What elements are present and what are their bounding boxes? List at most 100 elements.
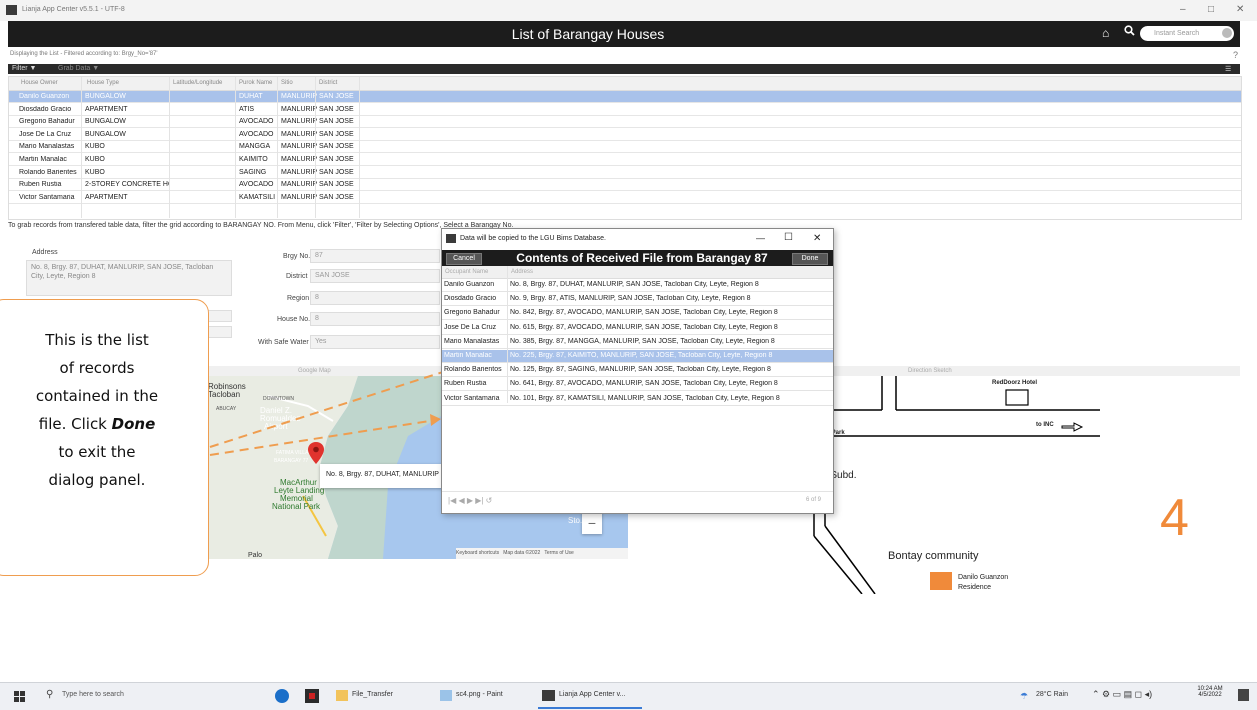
home-icon[interactable]: ⌂ [1102, 26, 1109, 40]
dialog-row[interactable]: Rolando Barientos No. 125, Brgy. 87, SAGI… [442, 364, 833, 378]
close-button[interactable]: ✕ [1236, 4, 1244, 15]
table-cell: MANLURIP [281, 130, 317, 138]
search-icon[interactable]: ⚲ [46, 689, 53, 700]
col-header[interactable]: Occupant Name [445, 269, 488, 275]
pager-nav-icons[interactable]: |◀ ◀ ▶ ▶| ↺ [448, 496, 492, 505]
notification-icon[interactable] [1238, 689, 1249, 701]
dialog-row[interactable]: Jose De La Cruz No. 615, Brgy. 87, AVOCAD… [442, 322, 833, 335]
table-cell: MANLURIP [281, 168, 317, 176]
minimize-button[interactable]: – [1180, 4, 1186, 15]
instruction-callout: This is the list of records contained in… [0, 299, 209, 576]
col-header[interactable]: Sitio [281, 80, 293, 86]
dialog-row[interactable]: Danilo Guanzon No. 8, Brgy. 87, DUHAT, MA… [442, 279, 833, 292]
done-button[interactable]: Done [792, 253, 828, 265]
dialog-row[interactable]: Diosdado Gracio No. 9, Brgy. 87, ATIS, MA… [442, 293, 833, 307]
column-divider [507, 266, 508, 403]
weather-icon[interactable]: ☂ [1020, 691, 1028, 702]
table-cell: MANLURIP [281, 156, 317, 163]
table-row[interactable]: Mario Manalastas KUBO MANGGA MANLURIP SAN JO… [9, 141, 1241, 154]
table-cell: AVOCADO [239, 118, 274, 126]
brgy-label: Brgy No. [283, 253, 311, 260]
folder-icon[interactable] [336, 690, 348, 701]
table-row[interactable]: Jose De La Cruz BUNGALOW AVOCADO MANLURIP SA… [9, 129, 1241, 141]
app-icon [6, 5, 17, 15]
page-header: List of Barangay Houses ⌂ Instant Search [8, 21, 1240, 47]
table-row[interactable]: Ruben Rustia 2-STOREY CONCRETE HO AVOCADO M… [9, 179, 1241, 192]
app-icon[interactable] [305, 689, 319, 703]
region-field[interactable]: 8 [310, 291, 440, 305]
col-header[interactable]: House Type [87, 80, 119, 86]
instant-search-input[interactable]: Instant Search [1140, 26, 1234, 41]
col-header[interactable]: Purok Name [239, 80, 272, 86]
table-row[interactable]: Martin Manalac KUBO KAIMITO MANLURIP SAN JOS… [9, 154, 1241, 166]
address-field[interactable]: No. 8, Brgy. 87, DUHAT, MANLURIP, SAN JO… [26, 260, 232, 296]
restore-button[interactable]: □ [1208, 4, 1214, 15]
safe-water-field[interactable]: Yes [310, 335, 440, 349]
table-cell: AVOCADO [239, 130, 274, 138]
help-icon[interactable]: ? [1233, 50, 1238, 60]
table-cell: MANLURIP [281, 93, 317, 100]
tray-icons[interactable]: ⌃ ⚙ ▭ ▤ ◻ ◂) [1092, 689, 1152, 700]
filter-info: Displaying the List - Filtered according… [10, 51, 158, 57]
menu-icon[interactable]: ☰ [1225, 65, 1231, 73]
occupant-name: Gregorio Bahadur [444, 309, 500, 317]
dialog-heading: Contents of Received File from Barangay … [516, 251, 768, 265]
taskbar-search-input[interactable]: Type here to search [62, 691, 124, 698]
map-footer-item[interactable]: Keyboard shortcuts [456, 550, 499, 556]
table-cell: SAN JOSE [319, 130, 354, 138]
search-icon[interactable] [1124, 25, 1135, 39]
map-marker-icon[interactable] [308, 442, 324, 466]
dialog-close-button[interactable]: ✕ [813, 233, 821, 244]
callout-line: contained in the [35, 387, 159, 405]
taskbar-app[interactable]: sc4.png - Paint [456, 691, 503, 698]
occupant-address: No. 9, Brgy. 87, ATIS, MANLURIP, SAN JOS… [510, 295, 751, 303]
table-row[interactable]: Gregorio Bahadur BUNGALOW AVOCADO MANLURIP S… [9, 116, 1241, 129]
clock-date: 4/5/2022 [1198, 692, 1222, 698]
dialog-row[interactable]: Ruben Rustia No. 641, Brgy. 87, AVOCADO, … [442, 378, 833, 392]
dialog-minimize-button[interactable]: — [756, 233, 765, 243]
table-row[interactable]: Diosdado Gracio APARTMENT ATIS MANLURIP SAN … [9, 104, 1241, 116]
table-cell: SAN JOSE [319, 168, 354, 176]
edge-icon[interactable] [275, 689, 289, 703]
filter-toolbar: Filter ▼ Grab Data ▼ ☰ [8, 64, 1240, 74]
col-header[interactable]: Address [511, 269, 533, 275]
weather-text[interactable]: 28°C Rain [1036, 691, 1068, 698]
filter-menu[interactable]: Filter ▼ [12, 65, 36, 72]
clear-search-icon[interactable] [1222, 28, 1232, 38]
lianja-icon[interactable] [542, 690, 555, 701]
callout-line: of records [59, 359, 135, 377]
callout-text: This is the list of records contained in… [7, 326, 187, 494]
taskbar-app[interactable]: File_Transfer [352, 691, 393, 698]
dialog-row[interactable]: Gregorio Bahadur No. 842, Brgy. 87, AVOCA… [442, 307, 833, 321]
house-no-field[interactable]: 8 [310, 312, 440, 326]
col-header[interactable]: House Owner [21, 80, 58, 86]
col-header[interactable]: District [319, 80, 337, 86]
grab-data-menu[interactable]: Grab Data ▼ [58, 65, 99, 72]
col-header[interactable]: Latitude/Longitude [173, 80, 222, 86]
marker-popup[interactable]: No. 8, Brgy. 87, DUHAT, MANLURIP [320, 464, 450, 488]
brgy-field[interactable]: 87 [310, 249, 440, 263]
cancel-button[interactable]: Cancel [446, 253, 482, 265]
dialog-row[interactable]: Victor Santamaria No. 101, Brgy. 87, KAMA… [442, 393, 833, 406]
windows-start-icon[interactable] [14, 691, 25, 704]
map-footer: Keyboard shortcuts Map data ©2022 Terms … [456, 548, 628, 559]
table-cell: SAN JOSE [319, 105, 354, 113]
district-field[interactable]: SAN JOSE [310, 269, 440, 283]
table-row[interactable]: Rolando Barientes KUBO SAGING MANLURIP SAN J… [9, 167, 1241, 179]
map-footer-item[interactable]: Terms of Use [544, 550, 573, 556]
callout-emphasis: Done [111, 415, 156, 433]
google-map-label: Google Map [298, 368, 331, 374]
table-cell: AVOCADO [239, 181, 274, 189]
dialog-maximize-button[interactable]: ☐ [784, 232, 793, 243]
table-row[interactable]: Danilo Guanzon BUNGALOW DUHAT MANLURIP SAN J… [9, 91, 1241, 103]
paint-icon[interactable] [440, 690, 452, 701]
table-cell: MANLURIP [281, 193, 317, 201]
table-row[interactable]: Victor Santamaria APARTMENT KAMATSILI MANLU… [9, 192, 1241, 204]
clock[interactable]: 10:24 AM 4/5/2022 [1190, 686, 1230, 698]
dialog-row[interactable]: Martin Manalac No. 225, Brgy. 87, KAIMITO… [442, 350, 833, 363]
dialog-row[interactable]: Mario Manalastas No. 385, Brgy. 87, MANGG… [442, 336, 833, 349]
grab-hint: To grab records from transfered table da… [8, 222, 514, 229]
zoom-out-button[interactable]: − [582, 514, 602, 532]
occupant-name: Ruben Rustia [444, 380, 487, 388]
taskbar-app[interactable]: Lianja App Center v... [559, 691, 625, 698]
